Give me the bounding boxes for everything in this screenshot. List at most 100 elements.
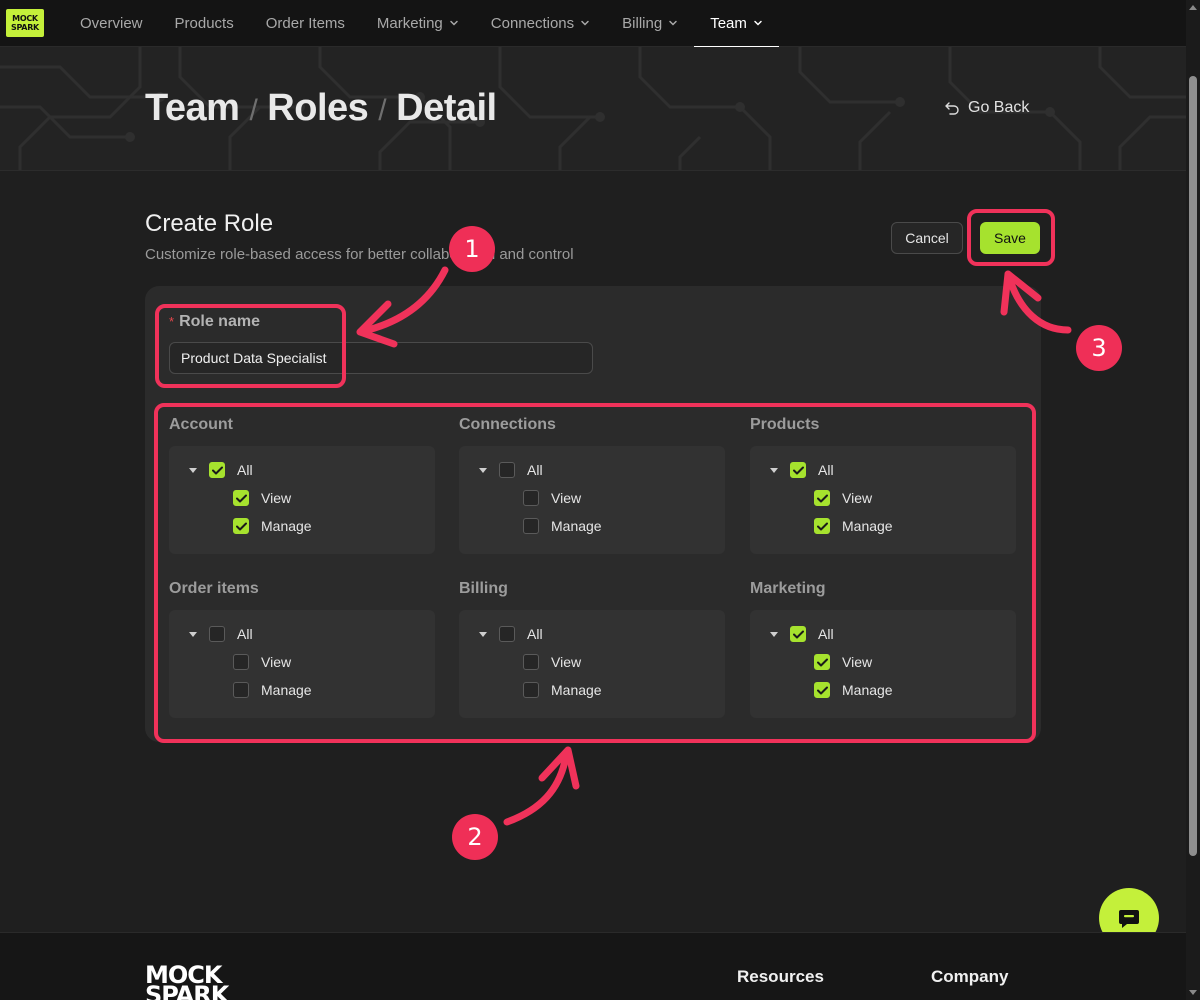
- perm-group-title-billing: Billing: [459, 580, 508, 597]
- top-navigation: MOCK SPARK Overview Products Order Items Ma…: [0, 0, 1186, 48]
- perm-label-all: All: [237, 626, 253, 642]
- perm-row-billing-manage: Manage: [523, 680, 602, 700]
- check-icon: [816, 522, 828, 530]
- nav-item-label: Overview: [80, 14, 143, 32]
- checkbox-order-items-all[interactable]: [209, 626, 225, 642]
- checkbox-billing-view[interactable]: [523, 654, 539, 670]
- checkbox-products-all[interactable]: [790, 462, 806, 478]
- checkbox-order-items-manage[interactable]: [233, 682, 249, 698]
- perm-row-order-items-manage: Manage: [233, 680, 312, 700]
- nav-item-billing[interactable]: Billing: [606, 0, 694, 47]
- perm-label-all: All: [237, 462, 253, 478]
- caret-down-icon[interactable]: [770, 631, 778, 637]
- perm-label-all: All: [527, 626, 543, 642]
- nav-menu: Overview Products Order Items Marketing Conn…: [64, 0, 779, 48]
- checkbox-billing-all[interactable]: [499, 626, 515, 642]
- check-icon: [816, 686, 828, 694]
- nav-item-label: Order Items: [265, 14, 345, 32]
- checkbox-account-view[interactable]: [233, 490, 249, 506]
- breadcrumb-roles[interactable]: Roles: [267, 87, 368, 130]
- footer-company-heading: Company: [931, 967, 1009, 986]
- save-button[interactable]: Save: [980, 222, 1040, 254]
- checkbox-account-all[interactable]: [209, 462, 225, 478]
- required-mark: *: [169, 314, 175, 329]
- perm-row-billing-view: View: [523, 652, 581, 672]
- caret-down-icon[interactable]: [770, 467, 778, 473]
- go-back-link[interactable]: Go Back: [944, 99, 1029, 117]
- checkbox-billing-manage[interactable]: [523, 682, 539, 698]
- nav-item-label: Marketing: [376, 14, 443, 32]
- perm-label-view: View: [551, 654, 582, 670]
- caret-down-icon[interactable]: [189, 631, 197, 637]
- check-icon: [235, 522, 247, 530]
- role-name-label: * Role name: [169, 313, 260, 331]
- breadcrumb-separator: /: [378, 94, 387, 127]
- perm-row-connections-manage: Manage: [523, 516, 602, 536]
- perm-row-account-manage: Manage: [233, 516, 312, 536]
- footer-logo[interactable]: MOCK SPARK: [145, 963, 229, 1000]
- perm-row-products-manage: Manage: [814, 516, 893, 536]
- breadcrumb: Team / Roles / Detail: [145, 87, 497, 130]
- check-icon: [792, 630, 804, 638]
- checkbox-products-manage[interactable]: [814, 518, 830, 534]
- go-back-label: Go Back: [968, 99, 1030, 116]
- perm-group-title-account: Account: [169, 416, 233, 433]
- perm-group-title-products: Products: [750, 416, 820, 433]
- nav-item-order-items[interactable]: Order Items: [250, 0, 361, 47]
- caret-down-icon[interactable]: [479, 631, 487, 637]
- perm-label-manage: Manage: [842, 682, 893, 698]
- nav-item-products[interactable]: Products: [159, 0, 250, 47]
- perm-row-order-items-view: View: [233, 652, 291, 672]
- nav-item-marketing[interactable]: Marketing: [361, 0, 475, 47]
- perm-group-title-connections: Connections: [459, 416, 556, 433]
- perm-row-billing-all: All: [479, 624, 543, 644]
- checkbox-marketing-view[interactable]: [814, 654, 830, 670]
- perm-label-all: All: [818, 462, 834, 478]
- arrow-2-head: [538, 746, 580, 790]
- role-name-input[interactable]: [169, 342, 593, 374]
- perm-label-manage: Manage: [551, 682, 602, 698]
- annotation-badge-3: 3: [1076, 325, 1122, 371]
- check-icon: [211, 466, 223, 474]
- perm-label-all: All: [818, 626, 834, 642]
- perm-row-products-all: All: [770, 460, 834, 480]
- annotation-badge-2: 2: [452, 814, 498, 860]
- checkbox-marketing-manage[interactable]: [814, 682, 830, 698]
- nav-item-label: Billing: [622, 14, 663, 32]
- perm-label-manage: Manage: [551, 518, 602, 534]
- perm-row-account-all: All: [189, 460, 253, 480]
- undo-arrow-icon: [945, 102, 959, 115]
- caret-down-icon[interactable]: [189, 467, 197, 473]
- logo-line-2: SPARK: [11, 23, 39, 32]
- checkbox-products-view[interactable]: [814, 490, 830, 506]
- perm-label-view: View: [842, 490, 873, 506]
- caret-down-icon[interactable]: [479, 467, 487, 473]
- checkbox-order-items-view[interactable]: [233, 654, 249, 670]
- perm-row-marketing-view: View: [814, 652, 872, 672]
- checkbox-connections-view[interactable]: [523, 490, 539, 506]
- nav-item-connections[interactable]: Connections: [475, 0, 606, 47]
- perm-group-title-order-items: Order items: [169, 580, 259, 597]
- checkbox-account-manage[interactable]: [233, 518, 249, 534]
- nav-item-overview[interactable]: Overview: [64, 0, 159, 47]
- checkbox-connections-all[interactable]: [499, 462, 515, 478]
- arrow-2: [503, 752, 570, 826]
- checkbox-marketing-all[interactable]: [790, 626, 806, 642]
- cancel-button[interactable]: Cancel: [891, 222, 963, 254]
- nav-item-label: Connections: [490, 14, 575, 32]
- scroll-down-arrow-icon[interactable]: [1189, 990, 1197, 995]
- chevron-down-icon: [669, 20, 677, 26]
- perm-group-title-marketing: Marketing: [750, 580, 826, 597]
- perm-row-marketing-all: All: [770, 624, 834, 644]
- mockspark-logo[interactable]: MOCK SPARK: [6, 9, 44, 37]
- checkbox-connections-manage[interactable]: [523, 518, 539, 534]
- nav-item-team[interactable]: Team: [694, 0, 779, 48]
- perm-label-manage: Manage: [261, 518, 312, 534]
- scroll-up-arrow-icon[interactable]: [1189, 5, 1197, 10]
- scroll-thumb[interactable]: [1189, 76, 1197, 856]
- perm-row-products-view: View: [814, 488, 872, 508]
- nav-item-label: Products: [174, 14, 234, 32]
- vertical-scrollbar[interactable]: [1186, 0, 1200, 1000]
- breadcrumb-team[interactable]: Team: [145, 87, 240, 130]
- chevron-down-icon: [450, 20, 458, 26]
